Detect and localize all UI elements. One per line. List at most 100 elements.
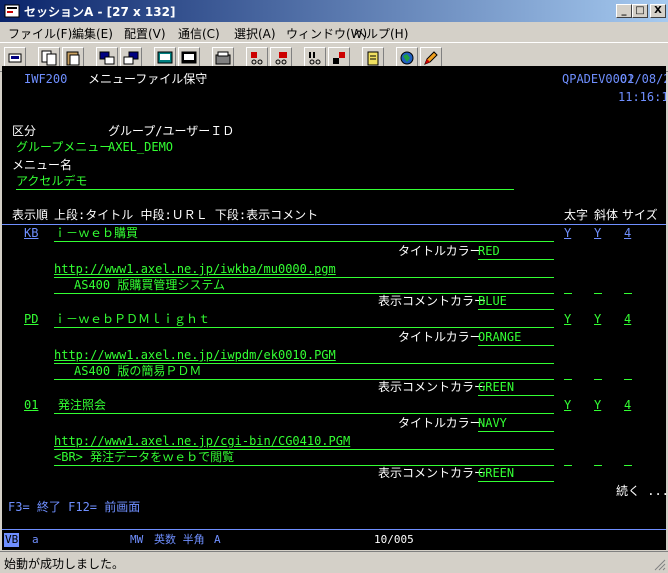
terminal-screen[interactable]: IWF200 メニューファイル保守 QPADEV0001 02/08/27 11…	[2, 66, 666, 528]
keyboard-icon	[181, 51, 197, 64]
comment-color-label: 表示コメントカラー	[378, 380, 487, 394]
field-line	[54, 327, 554, 328]
entry-bold[interactable]: Y	[564, 312, 571, 326]
screen-title: メニューファイル保守	[88, 72, 208, 86]
window-title: セッションA - [27 x 132]	[24, 5, 176, 19]
macro-icon	[215, 51, 231, 65]
entry-title-color[interactable]: NAVY	[478, 416, 507, 430]
menu-comm[interactable]: 通信(C)	[178, 25, 220, 42]
menu-edit[interactable]: 編集(E)	[72, 25, 113, 42]
field-line	[564, 293, 572, 294]
field-line	[564, 465, 572, 466]
field-line	[564, 379, 572, 380]
field-line	[54, 241, 554, 242]
stop-icon	[275, 52, 287, 65]
entry-title[interactable]: ｉ－ｗｅｂ購買	[54, 226, 138, 240]
more-indicator: 続く ...	[616, 484, 666, 498]
header-bold: 太字	[564, 208, 589, 222]
entry-italic[interactable]: Y	[594, 398, 601, 412]
group-menu-value[interactable]: AXEL_DEMO	[108, 140, 173, 154]
field-line	[624, 379, 632, 380]
entry-order[interactable]: PD	[24, 312, 38, 326]
field-line	[624, 293, 632, 294]
clipboard-icon	[367, 51, 379, 66]
title-bar: セッションA - [27 x 132] _ □ X	[0, 0, 668, 22]
play-icon	[309, 52, 321, 65]
menu-layout[interactable]: 配置(V)	[124, 25, 166, 42]
entry-comment-color[interactable]: GREEN	[478, 380, 514, 394]
field-line	[594, 465, 602, 466]
entry-url[interactable]: http://www1.axel.ne.jp/iwpdm/ek0010.PGM	[54, 348, 336, 362]
menu-bar: ファイル(F) 編集(E) 配置(V) 通信(C) 選択(A) ウィンドウ(W)…	[0, 22, 668, 42]
field-line	[54, 413, 554, 414]
minimize-button[interactable]: _	[616, 4, 632, 18]
menu-name-value[interactable]: アクセルデモ	[16, 174, 87, 188]
close-button[interactable]: X	[650, 4, 666, 18]
date: 02/08/27	[620, 72, 666, 86]
field-line	[478, 345, 554, 346]
entry-bold[interactable]: Y	[564, 226, 571, 240]
send-icon	[99, 51, 115, 65]
entry-title-color[interactable]: ORANGE	[478, 330, 521, 344]
status-bar: 始動が成功しました。	[0, 551, 668, 573]
menu-name-field-line	[16, 189, 514, 190]
menu-help[interactable]: ヘルプ(H)	[354, 25, 408, 42]
time: 11:16:15	[618, 90, 666, 104]
oia-session: VB	[4, 533, 20, 547]
field-line	[478, 481, 554, 482]
entry-italic[interactable]: Y	[594, 226, 601, 240]
title-color-label: タイトルカラー	[398, 244, 482, 258]
entry-comment[interactable]: AS400 版購買管理システム	[74, 278, 225, 292]
entry-size[interactable]: 4	[624, 398, 631, 412]
entry-comment[interactable]: <BR> 発注データをｗｅｂで閲覧	[54, 450, 234, 464]
app-icon[interactable]	[4, 3, 20, 19]
entry-italic[interactable]: Y	[594, 312, 601, 326]
entry-title-color[interactable]: RED	[478, 244, 500, 258]
kubun-label: 区分	[12, 124, 37, 138]
entry-order[interactable]: 01	[24, 398, 38, 412]
paste-icon	[66, 51, 80, 66]
field-line	[478, 309, 554, 310]
entry-comment-color[interactable]: GREEN	[478, 466, 514, 480]
field-line	[594, 379, 602, 380]
group-menu-label: グループメニュー	[16, 140, 112, 154]
maximize-button[interactable]: □	[632, 4, 648, 18]
entry-comment-color[interactable]: BLUE	[478, 294, 507, 308]
entry-size[interactable]: 4	[624, 226, 631, 240]
entry-url[interactable]: http://www1.axel.ne.jp/iwkba/mu0000.pgm	[54, 262, 336, 276]
operator-info-area: VB a MW 英数 半角 A 10/005	[2, 528, 666, 550]
entry-title[interactable]: 発注照会	[58, 398, 106, 412]
oia-cursor-position: 10/005	[374, 533, 414, 546]
menu-select[interactable]: 選択(A)	[234, 25, 276, 42]
oia-input-mode: 英数 半角	[154, 533, 205, 546]
entry-title[interactable]: ｉ－ｗｅｂＰＤＭｌｉｇｈｔ	[54, 312, 210, 326]
menu-file[interactable]: ファイル(F)	[8, 25, 72, 42]
entry-url[interactable]: http://www1.axel.ne.jp/cgi-bin/CG0410.PG…	[54, 434, 350, 448]
header-order: 表示順	[12, 208, 49, 222]
pause-icon	[333, 52, 345, 64]
globe-icon	[400, 51, 414, 65]
entry-size[interactable]: 4	[624, 312, 631, 326]
display-icon	[157, 51, 173, 64]
entry-bold[interactable]: Y	[564, 398, 571, 412]
title-color-label: タイトルカラー	[398, 330, 482, 344]
pencil-icon	[424, 51, 438, 65]
program-id: IWF200	[24, 72, 68, 86]
entry-order[interactable]: KB	[24, 226, 38, 240]
group-user-label: グループ/ユーザーＩＤ	[108, 124, 235, 138]
function-keys[interactable]: F3= 終了 F12= 前画面	[8, 500, 140, 514]
oia-separator	[2, 529, 666, 530]
record-icon	[251, 52, 263, 65]
header-size: サイズ	[622, 208, 658, 222]
comment-color-label: 表示コメントカラー	[378, 294, 487, 308]
comment-color-label: 表示コメントカラー	[378, 466, 487, 480]
header-separator	[2, 224, 666, 225]
entry-comment[interactable]: AS400 版の簡易ＰＤＭ	[74, 364, 201, 378]
receive-icon	[123, 51, 139, 65]
resize-grip-icon[interactable]	[654, 559, 666, 571]
field-line	[624, 465, 632, 466]
field-line	[478, 259, 554, 260]
header-desc: 上段:タイトル 中段:ＵＲＬ 下段:表示コメント	[54, 208, 319, 222]
oia-mw: MW	[130, 533, 144, 546]
print-icon	[8, 53, 22, 63]
